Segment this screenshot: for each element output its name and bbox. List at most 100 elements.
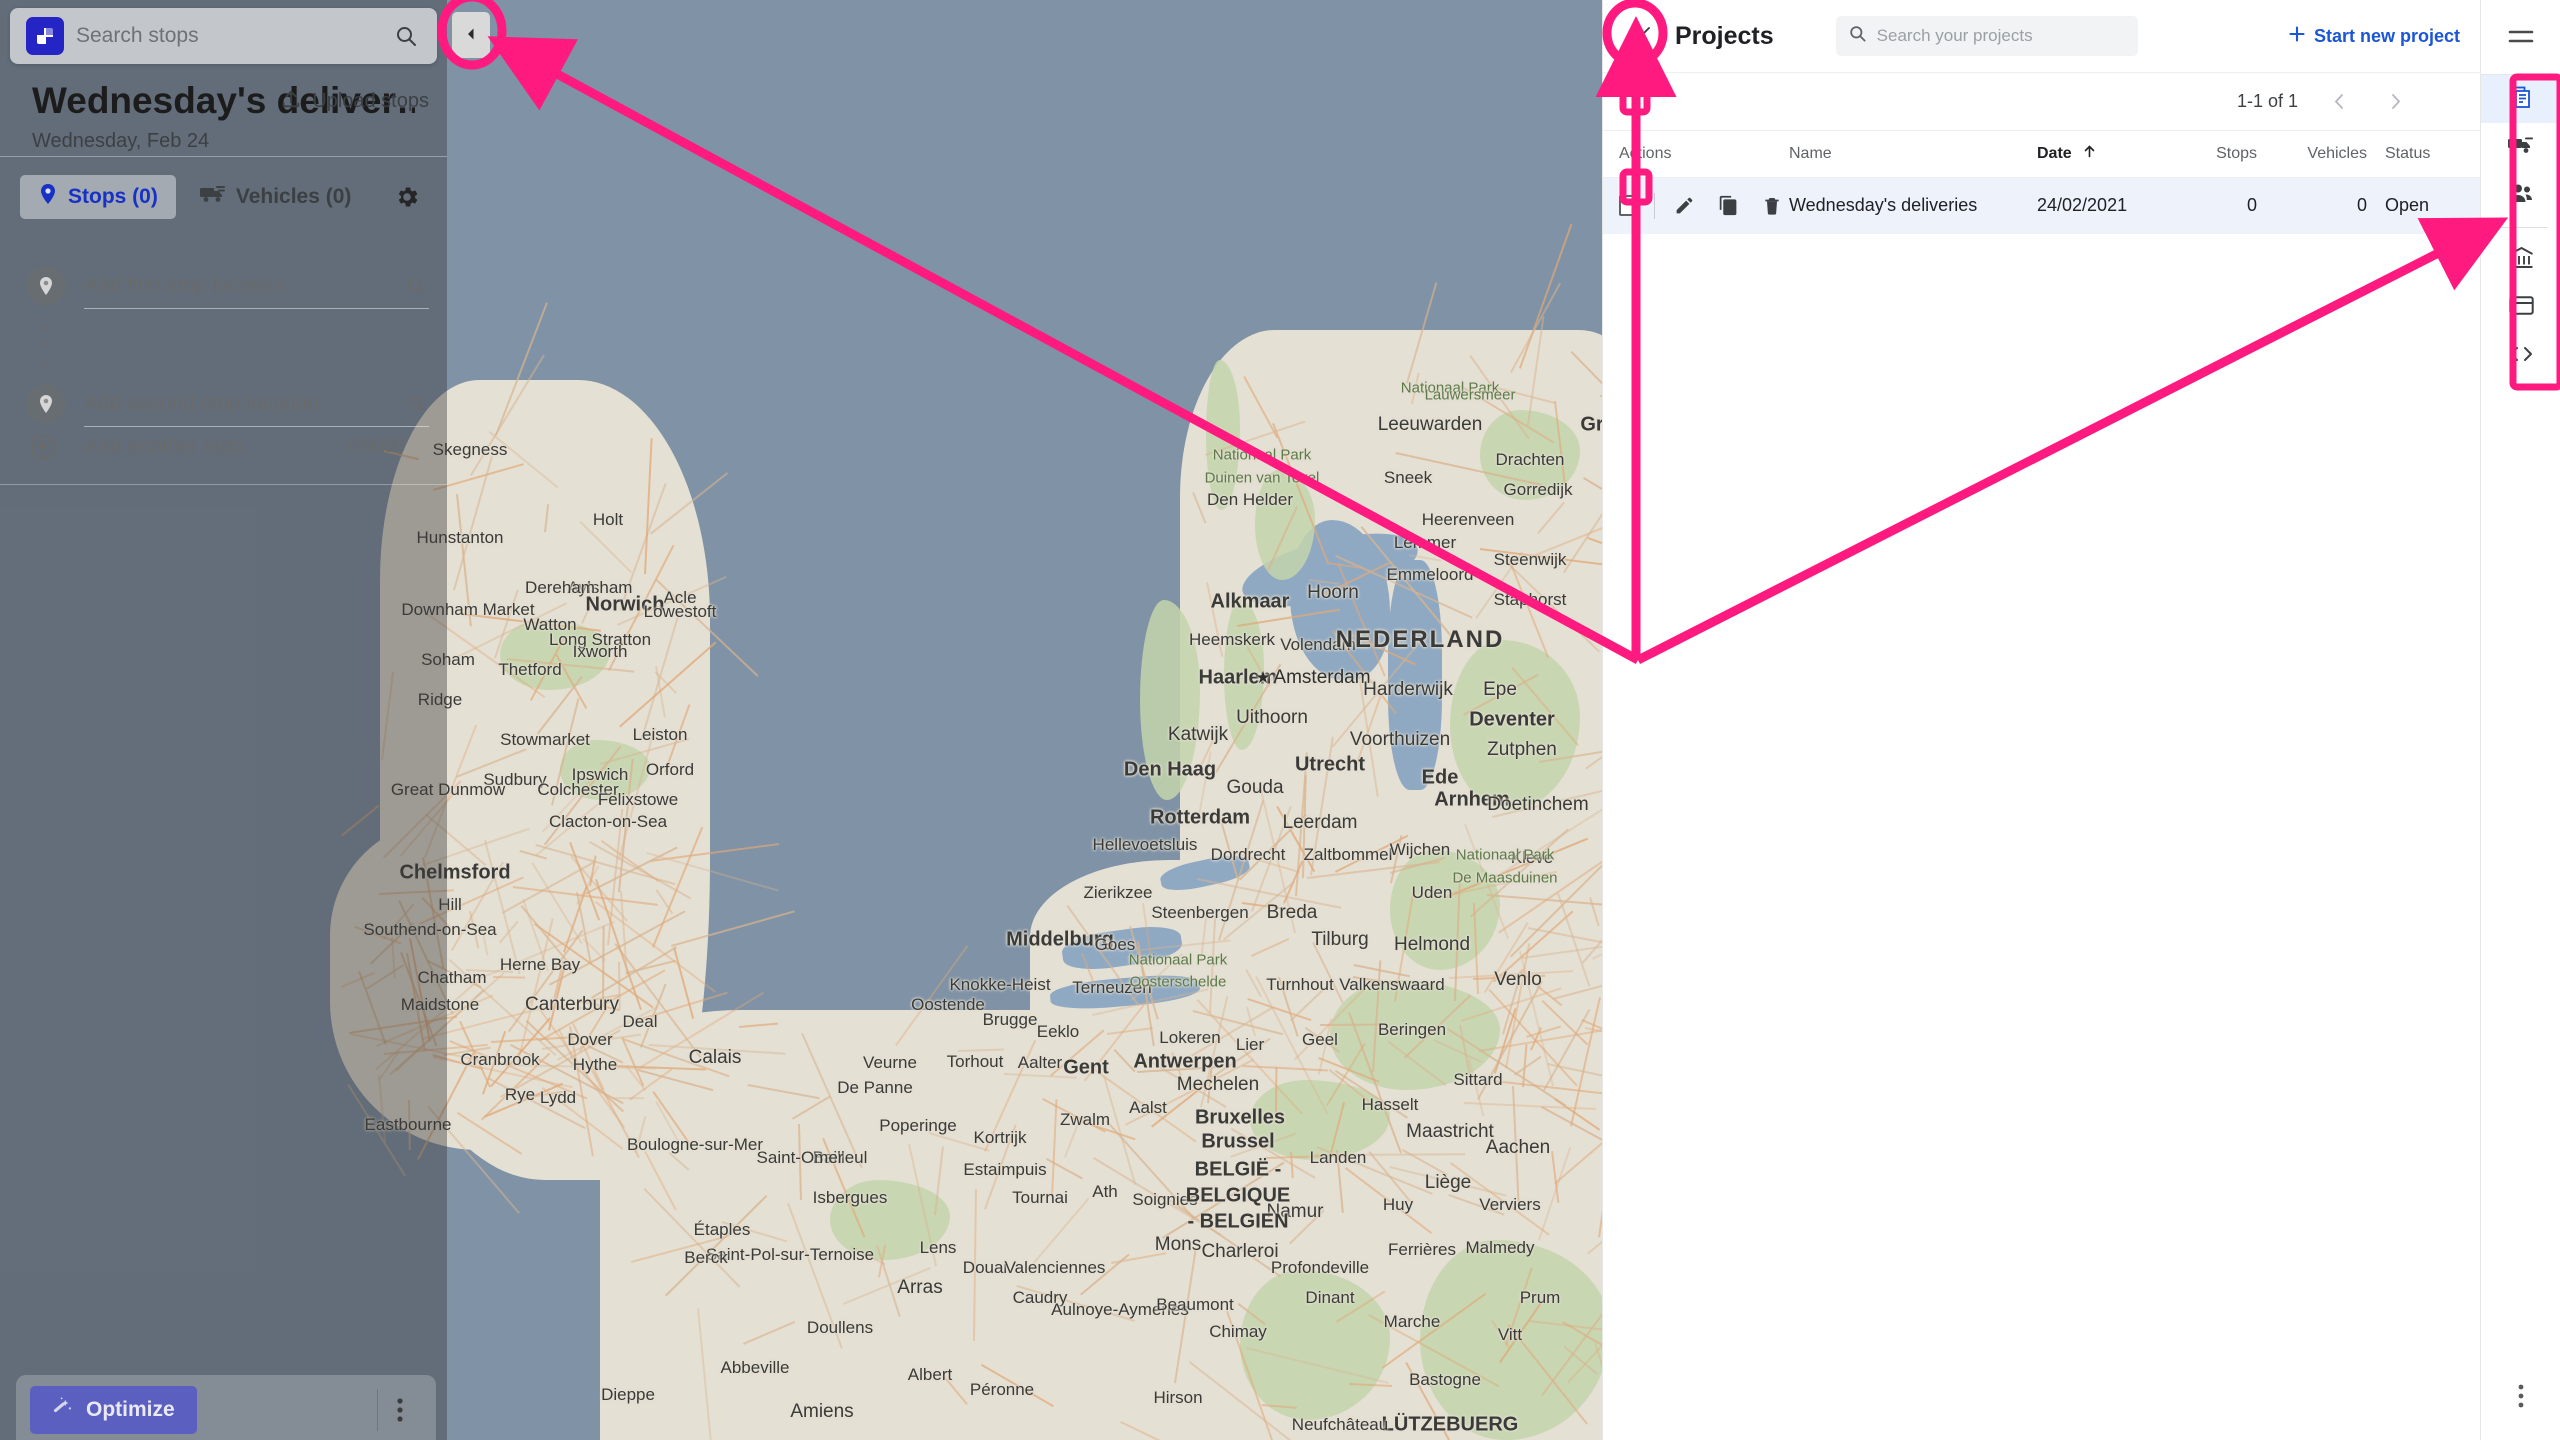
map-label: Oostende — [911, 995, 985, 1014]
map-label: Rye — [504, 1085, 536, 1104]
projects-search-box[interactable] — [1835, 16, 2138, 56]
map-label: De Panne — [837, 1078, 913, 1097]
map-label: Neufchâteau — [1291, 1415, 1389, 1434]
map-label: Hoorn — [1307, 582, 1359, 603]
gear-icon[interactable] — [387, 177, 427, 217]
map-label: Marche — [1383, 1312, 1441, 1331]
rail-item-api[interactable] — [2481, 332, 2560, 380]
second-stop-input[interactable] — [84, 391, 403, 416]
map-label: Herne Bay — [499, 955, 581, 974]
duplicate-icon[interactable] — [1713, 191, 1743, 221]
map-label: Poperinge — [879, 1116, 957, 1135]
tabs-row: Stops (0) Vehicles (0) — [0, 172, 447, 222]
projects-search-input[interactable] — [1876, 26, 2126, 46]
map-label: Eeklo — [1036, 1022, 1080, 1041]
column-header-status[interactable]: Status — [2385, 131, 2485, 178]
map-label: Kortrijk — [973, 1128, 1027, 1147]
map-label: Saint-Pol-sur-Ternoise — [705, 1245, 875, 1264]
column-header-name[interactable]: Name — [1789, 131, 2037, 178]
projects-panel-header: Projects Start new project — [1603, 0, 2480, 73]
more-vertical-icon[interactable] — [2481, 1374, 2560, 1418]
rail-item-vehicles[interactable] — [2481, 123, 2560, 171]
add-another-stop-button[interactable]: Add another stop 0/5000 — [0, 416, 447, 478]
projects-table: Actions Name Date Stops Vehicles Status — [1603, 131, 2485, 234]
map-label: Gr — [1580, 413, 1602, 436]
map-label: Maidstone — [400, 995, 480, 1014]
map-label: Leeuwarden — [1377, 414, 1483, 435]
cell-vehicles: 0 — [2356, 195, 2367, 216]
map-label: Berck — [684, 1248, 728, 1267]
start-new-project-button[interactable]: Start new project — [2288, 25, 2460, 48]
more-vertical-icon[interactable] — [378, 1388, 422, 1432]
table-row[interactable]: Wednesday's deliveries 24/02/2021 0 0 Op… — [1603, 177, 2485, 234]
map-label: Deal — [622, 1012, 658, 1031]
search-icon[interactable] — [391, 21, 421, 51]
collapse-sidebar-button[interactable] — [452, 12, 490, 58]
map-label: Heemskerk — [1189, 630, 1275, 649]
map-label: Antwerpen — [1133, 1050, 1237, 1073]
tab-vehicles-label: Vehicles (0) — [235, 185, 352, 208]
column-header-vehicles[interactable]: Vehicles — [2275, 131, 2385, 178]
pagination-prev-button[interactable] — [2324, 87, 2354, 117]
map-label: Tilburg — [1311, 929, 1369, 950]
map-label: Lier — [1235, 1035, 1265, 1054]
optimize-button[interactable]: Optimize — [30, 1386, 197, 1434]
map-label: Holt — [592, 510, 624, 529]
map-label: Veurne — [863, 1053, 917, 1072]
tab-stops[interactable]: Stops (0) — [20, 175, 176, 219]
capital-star-icon: ★ — [1255, 668, 1271, 687]
search-icon[interactable] — [403, 273, 429, 299]
map-label: Venlo — [1494, 969, 1542, 990]
edit-icon[interactable] — [1669, 191, 1699, 221]
map-label: Brugge — [982, 1010, 1038, 1029]
map-label: Beaumont — [1156, 1295, 1234, 1314]
rail-item-billing[interactable] — [2481, 284, 2560, 332]
column-header-actions[interactable]: Actions — [1603, 131, 1789, 178]
map-pin-icon — [38, 183, 58, 211]
stop-row[interactable] — [0, 248, 447, 366]
map-label: Arras — [897, 1277, 943, 1298]
map-label: - BELGIEN — [1187, 1210, 1289, 1233]
map-label: Wijchen — [1389, 840, 1451, 859]
map-park-label: Lauwersmeer — [1424, 386, 1516, 404]
pagination-range: 1-1 of 1 — [2236, 91, 2298, 111]
map-label: Helmond — [1393, 934, 1471, 955]
map-label: Sittard — [1453, 1070, 1503, 1089]
delete-icon[interactable] — [1757, 191, 1787, 221]
column-header-date[interactable]: Date — [2037, 131, 2165, 178]
map-label: Dinant — [1305, 1288, 1355, 1307]
search-icon[interactable] — [403, 391, 429, 417]
map-label: Steenbergen — [1151, 903, 1249, 922]
map-label: Chelmsford — [399, 861, 511, 884]
row-select-checkbox[interactable] — [1619, 195, 1640, 217]
map-label: LÜTZEBUERG — [1381, 1413, 1519, 1436]
upload-icon — [280, 88, 302, 115]
map-label: Voorthuizen — [1349, 729, 1451, 750]
column-header-stops[interactable]: Stops — [2165, 131, 2275, 178]
tab-vehicles[interactable]: Vehicles (0) — [182, 175, 370, 219]
stop-counter: 0/5000 — [346, 436, 405, 457]
map-label: Péronne — [969, 1380, 1035, 1399]
close-icon[interactable] — [1621, 16, 1661, 56]
map-label: Den Helder — [1207, 490, 1293, 509]
map-label: NEDERLAND — [1335, 626, 1505, 653]
map-label: Sneek — [1383, 468, 1433, 487]
table-header-row: Actions Name Date Stops Vehicles Status — [1603, 131, 2485, 178]
first-stop-input[interactable] — [84, 273, 403, 298]
map-label: Hellevoetsluis — [1092, 835, 1198, 854]
rail-item-projects[interactable] — [2481, 75, 2560, 123]
hamburger-menu-icon[interactable] — [2481, 0, 2560, 74]
upload-stops-button[interactable]: Upload stops — [280, 88, 429, 115]
rail-item-drivers[interactable] — [2481, 171, 2560, 219]
map-label: Aachen — [1485, 1137, 1551, 1158]
stop-search-bar[interactable] — [10, 8, 437, 64]
search-input[interactable] — [76, 24, 379, 48]
map-park-label: Nationaal Park — [1455, 846, 1555, 864]
map-label: Orford — [645, 760, 695, 779]
map-park-label: De Maasduinen — [1452, 869, 1558, 887]
map-label: Isbergues — [812, 1188, 888, 1207]
map-label: Den Haag — [1123, 758, 1217, 781]
rail-item-depot[interactable] — [2481, 236, 2560, 284]
pagination-next-button[interactable] — [2380, 87, 2410, 117]
map-label: Downham Market — [401, 600, 535, 619]
